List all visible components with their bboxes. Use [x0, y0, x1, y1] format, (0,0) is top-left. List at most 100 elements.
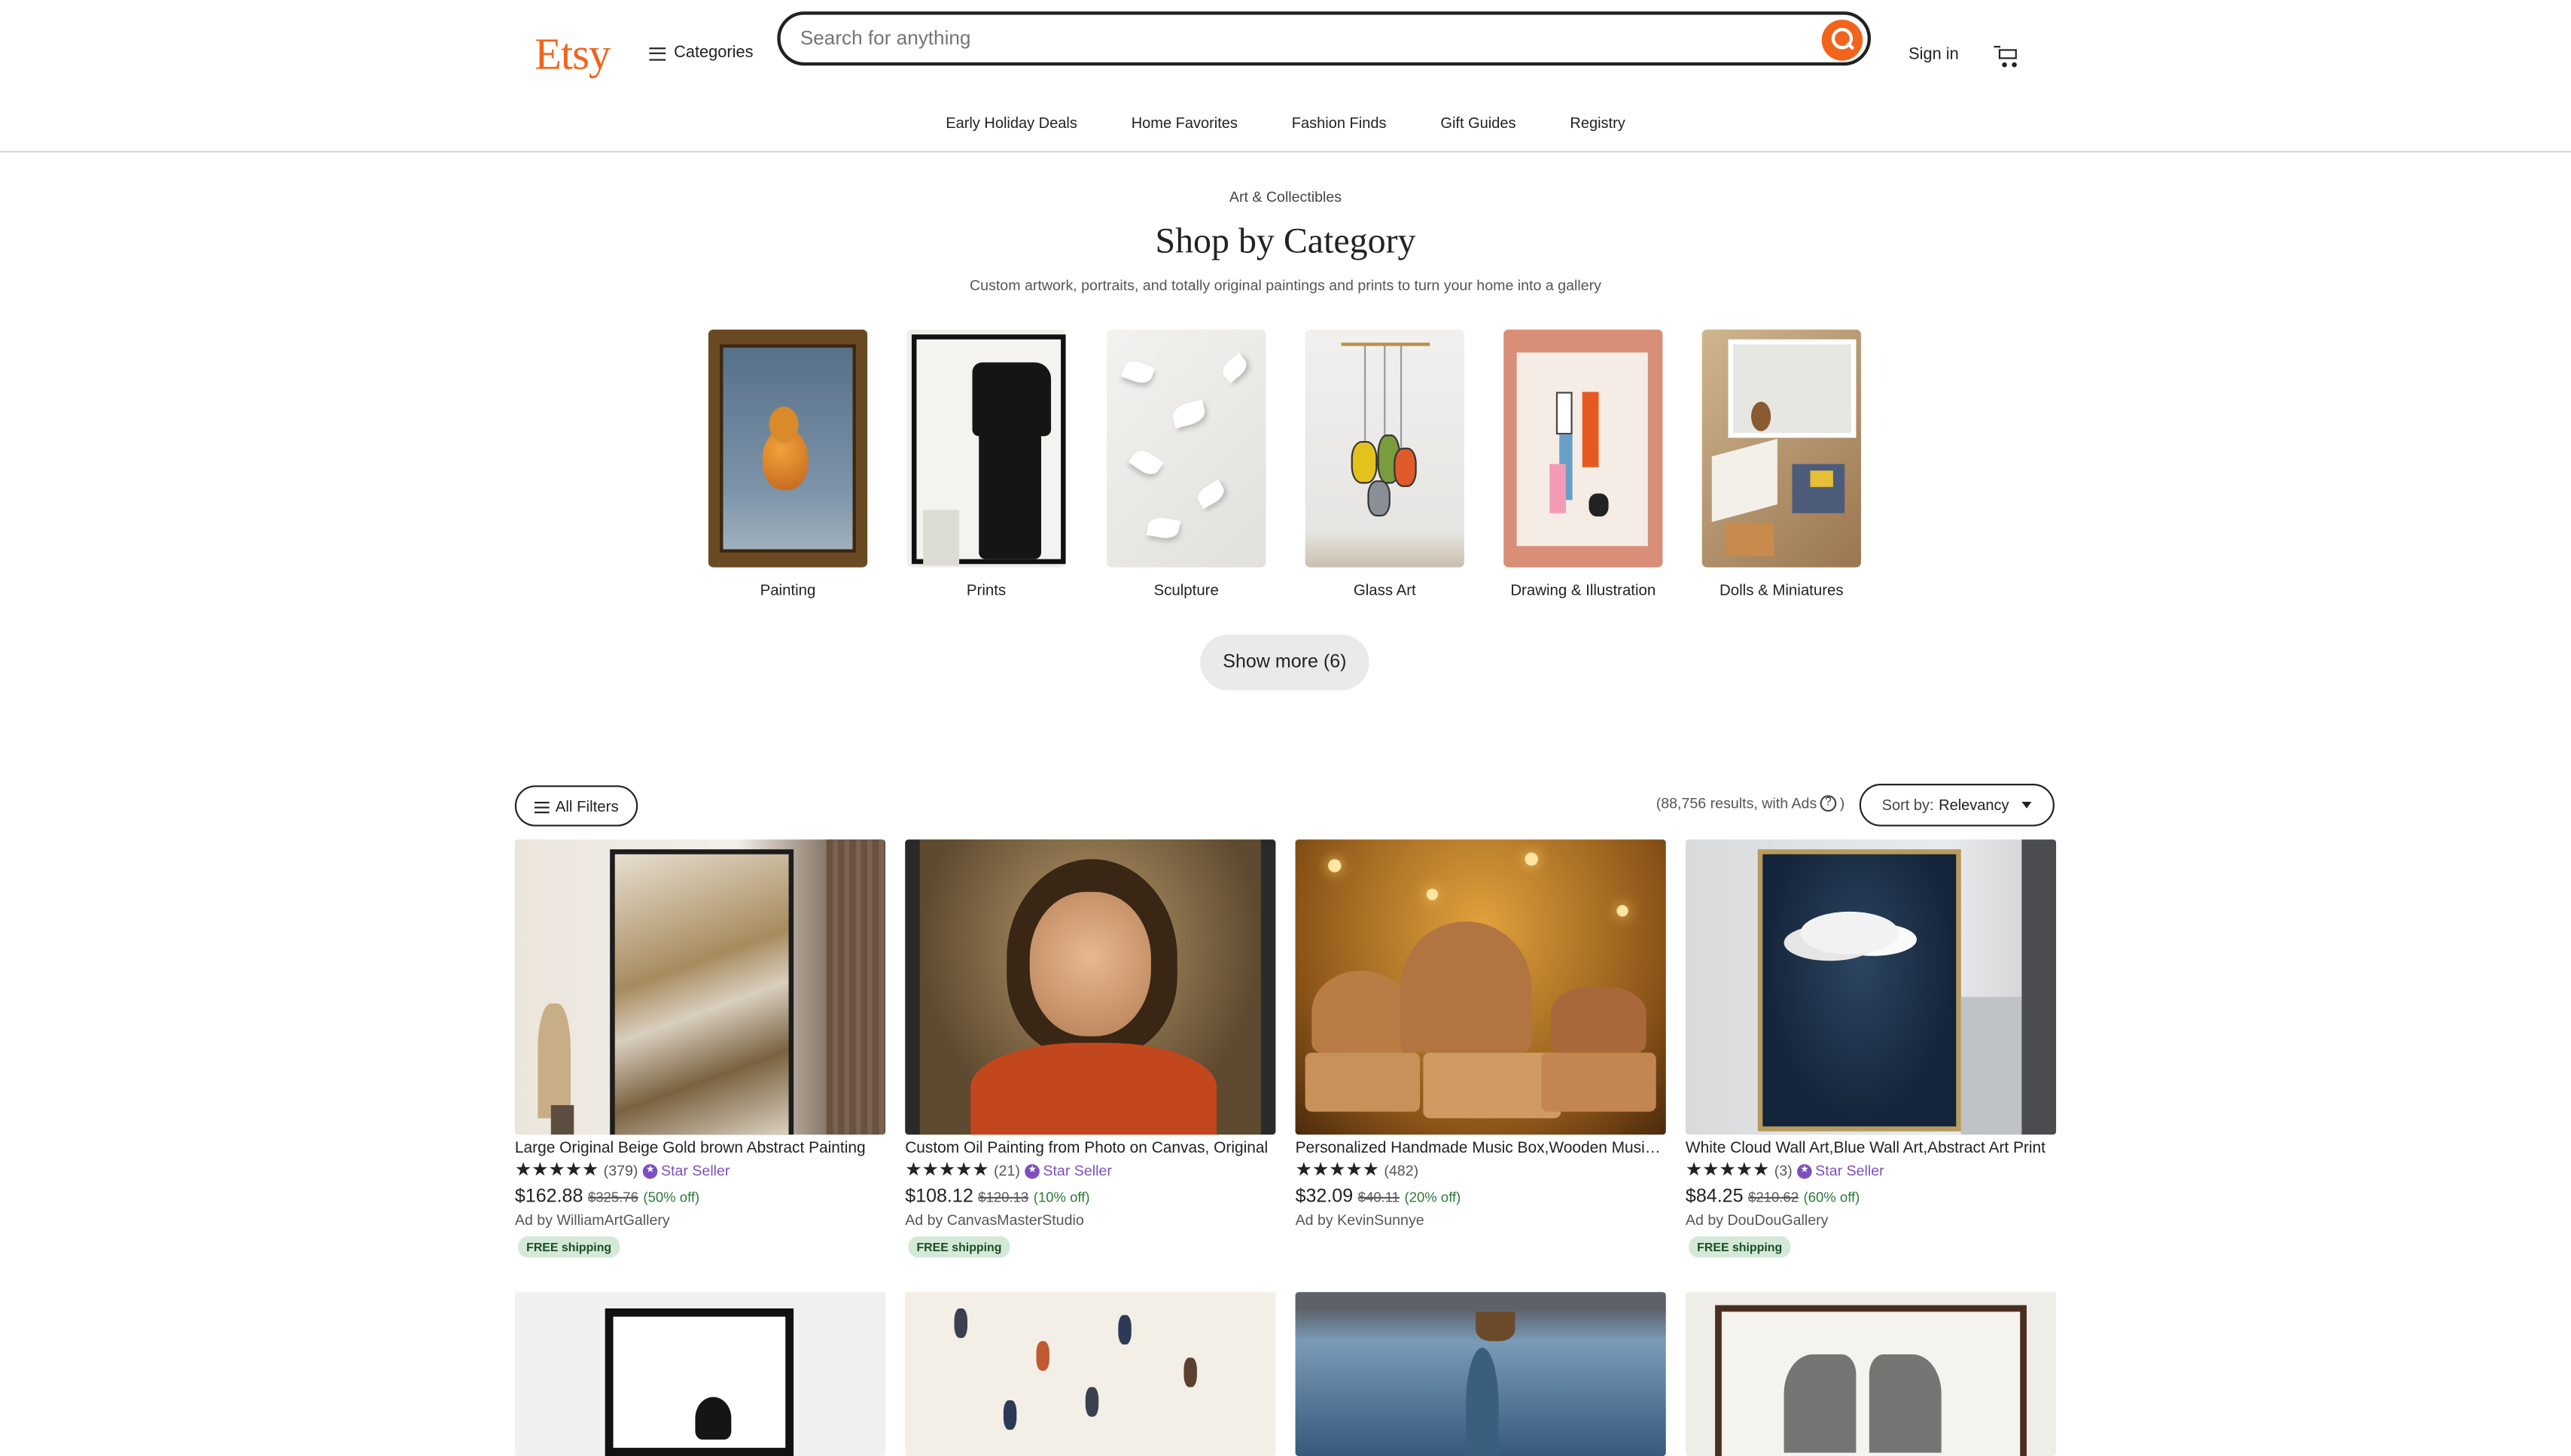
review-count: (482): [1384, 1162, 1419, 1179]
discount: (60% off): [1803, 1188, 1860, 1205]
free-shipping-badge: FREE shipping: [518, 1236, 620, 1258]
star-seller-badge: ★ Star Seller: [642, 1162, 730, 1179]
categories-label: Categories: [674, 44, 754, 62]
category-image: [1305, 329, 1464, 568]
category-glass-art[interactable]: Glass Art: [1305, 329, 1464, 599]
sort-dropdown[interactable]: Sort by: Relevancy: [1859, 784, 2055, 827]
filter-icon: [534, 800, 549, 813]
free-shipping-badge: FREE shipping: [908, 1236, 1010, 1258]
category-image: [708, 329, 868, 568]
nav-early-holiday-deals[interactable]: Early Holiday Deals: [946, 114, 1077, 131]
results-count: (88,756 results, with Ads ? ): [1656, 795, 1845, 812]
page-title: Shop by Category: [1155, 219, 1416, 261]
listing-image[interactable]: [905, 839, 1276, 1135]
category-prints[interactable]: Prints: [906, 329, 1066, 599]
listing-title[interactable]: Personalized Handmade Music Box,Wooden M…: [1296, 1140, 1666, 1158]
categories-menu-button[interactable]: Categories: [649, 44, 753, 62]
discount: (50% off): [643, 1188, 700, 1205]
results-text: (88,756 results, with Ads: [1656, 795, 1817, 812]
rating-stars: ★ ★ ★ ★ ★: [1295, 1160, 1379, 1181]
category-image: [1701, 329, 1861, 568]
original-price: $40.11: [1357, 1188, 1400, 1205]
listing-title[interactable]: White Cloud Wall Art,Blue Wall Art,Abstr…: [1686, 1140, 2056, 1158]
search-button[interactable]: [1821, 20, 1863, 61]
rating-stars: ★ ★ ★ ★ ★: [905, 1160, 989, 1181]
etsy-logo[interactable]: Etsy: [535, 29, 611, 81]
breadcrumb[interactable]: Art & Collectibles: [0, 188, 2571, 205]
category-image: [1107, 329, 1266, 568]
listing-price: $162.88: [514, 1186, 583, 1207]
review-count: (3): [1774, 1162, 1793, 1179]
sort-value: Relevancy: [1939, 797, 2009, 814]
listing-image[interactable]: [1295, 1292, 1666, 1456]
category-label: Glass Art: [1353, 580, 1416, 599]
ad-shop-name[interactable]: Ad by CanvasMasterStudio: [905, 1211, 1275, 1228]
category-label: Sculpture: [1153, 580, 1219, 599]
star-seller-label: Star Seller: [1043, 1162, 1112, 1179]
category-painting[interactable]: Painting: [708, 329, 868, 599]
ads-help-icon[interactable]: ?: [1820, 795, 1837, 812]
cart-icon[interactable]: [1994, 44, 2020, 68]
all-filters-button[interactable]: All Filters: [514, 785, 638, 827]
review-count: (21): [994, 1162, 1020, 1179]
caret-down-icon: [2022, 802, 2033, 809]
listing-image[interactable]: [514, 1292, 886, 1456]
hamburger-icon: [649, 47, 666, 60]
listing-image[interactable]: [1685, 839, 2057, 1135]
ad-shop-name[interactable]: Ad by KevinSunnye: [1296, 1211, 1666, 1228]
original-price: $210.62: [1748, 1188, 1799, 1205]
star-seller-label: Star Seller: [1815, 1162, 1884, 1179]
free-shipping-badge: FREE shipping: [1689, 1236, 1791, 1258]
header-divider: [0, 151, 2571, 153]
listing-price: $84.25: [1685, 1186, 1744, 1207]
discount: (10% off): [1033, 1188, 1090, 1205]
category-label: Dolls & Miniatures: [1720, 580, 1844, 599]
star-seller-icon: ★: [1025, 1163, 1040, 1178]
all-filters-label: All Filters: [555, 797, 619, 815]
rating-stars: ★ ★ ★ ★ ★: [514, 1160, 599, 1181]
discount: (20% off): [1404, 1188, 1461, 1205]
ad-shop-name[interactable]: Ad by DouDouGallery: [1686, 1211, 2056, 1228]
category-image: [906, 329, 1066, 568]
star-seller-icon: ★: [642, 1163, 658, 1178]
listing-image[interactable]: [1295, 839, 1666, 1135]
star-seller-icon: ★: [1797, 1163, 1812, 1178]
sign-in-link[interactable]: Sign in: [1908, 46, 1959, 64]
category-sculpture[interactable]: Sculpture: [1107, 329, 1266, 599]
nav-fashion-finds[interactable]: Fashion Finds: [1292, 114, 1387, 131]
listing-price: $32.09: [1295, 1186, 1354, 1207]
original-price: $325.76: [587, 1188, 638, 1205]
category-dolls-miniatures[interactable]: Dolls & Miniatures: [1701, 329, 1861, 599]
rating-stars: ★ ★ ★ ★ ★: [1685, 1160, 1770, 1181]
top-nav: Early Holiday Deals Home Favorites Fashi…: [0, 114, 2571, 131]
listing-price: $108.12: [905, 1186, 973, 1207]
listing-image[interactable]: [905, 1292, 1276, 1456]
listing-card[interactable]: Large Original Beige Gold brown Abstract…: [514, 839, 886, 1260]
listing-image[interactable]: [1685, 1292, 2057, 1456]
listing-card[interactable]: Custom Oil Painting from Photo on Canvas…: [905, 839, 1276, 1260]
search-bar: [777, 11, 1872, 66]
nav-home-favorites[interactable]: Home Favorites: [1132, 114, 1238, 131]
star-seller-badge: ★ Star Seller: [1025, 1162, 1112, 1179]
star-seller-badge: ★ Star Seller: [1797, 1162, 1884, 1179]
original-price: $120.13: [978, 1188, 1029, 1205]
category-label: Drawing & Illustration: [1510, 580, 1656, 599]
category-image: [1503, 329, 1663, 568]
category-label: Painting: [760, 580, 816, 599]
listing-card[interactable]: Personalized Handmade Music Box,Wooden M…: [1295, 839, 1666, 1228]
ad-shop-name[interactable]: Ad by WilliamArtGallery: [515, 1211, 885, 1228]
search-input[interactable]: [800, 26, 1784, 50]
listing-title[interactable]: Custom Oil Painting from Photo on Canvas…: [905, 1140, 1275, 1158]
category-drawing-illustration[interactable]: Drawing & Illustration: [1503, 329, 1663, 599]
listing-image[interactable]: [514, 839, 886, 1135]
show-more-button[interactable]: Show more (6): [1200, 634, 1369, 690]
results-text-close: ): [1839, 795, 1845, 812]
page-subtitle: Custom artwork, portraits, and totally o…: [970, 277, 1601, 294]
listing-title[interactable]: Large Original Beige Gold brown Abstract…: [515, 1140, 885, 1158]
listing-card[interactable]: White Cloud Wall Art,Blue Wall Art,Abstr…: [1685, 839, 2057, 1260]
nav-gift-guides[interactable]: Gift Guides: [1440, 114, 1515, 131]
star-seller-label: Star Seller: [660, 1162, 730, 1179]
nav-registry[interactable]: Registry: [1570, 114, 1625, 131]
review-count: (379): [603, 1162, 638, 1179]
category-label: Prints: [966, 580, 1007, 599]
